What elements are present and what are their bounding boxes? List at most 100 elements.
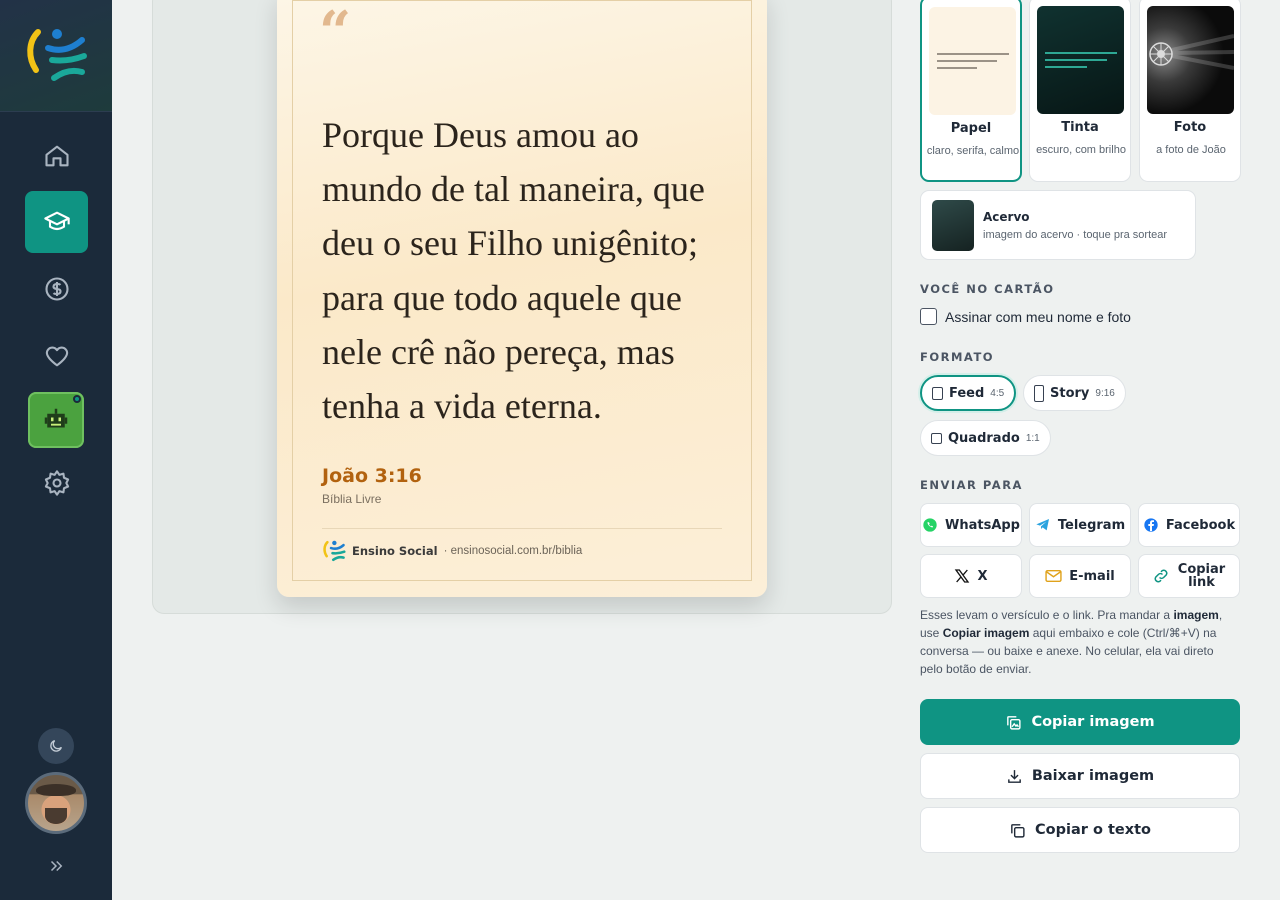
expand-sidebar-button[interactable] (44, 854, 68, 878)
heart-icon (45, 346, 68, 367)
style-name: Foto (1173, 120, 1207, 135)
home-icon (44, 145, 69, 167)
card-divider (322, 528, 722, 529)
quote-mark: “ (319, 0, 352, 65)
share-hint: Esses levam o versículo e o link. Pra ma… (920, 606, 1238, 678)
sign-checkbox[interactable] (920, 308, 937, 325)
gear-icon (44, 470, 69, 496)
share-email-button[interactable]: E-mail (1029, 554, 1131, 598)
ensino-social-small-logo-icon (323, 540, 346, 562)
format-ratio: 9:16 (1095, 387, 1115, 399)
copy-image-label: Copiar imagem (1031, 714, 1155, 730)
card-footer: Ensino Social · ensinosocial.com.br/bibl… (322, 540, 582, 562)
format-label: Feed (949, 385, 985, 401)
bible-version: Bíblia Livre (322, 492, 382, 506)
style-name: Tinta (1061, 120, 1099, 135)
share-label: Facebook (1165, 517, 1236, 533)
avatar-hat (36, 784, 76, 796)
link-icon (1154, 569, 1167, 583)
format-label: Quadrado (948, 430, 1020, 446)
style-desc: a foto de João (1156, 144, 1226, 156)
hint-emphasis: Copiar imagem (942, 626, 1030, 640)
x-icon (955, 569, 970, 583)
style-desc: escuro, com brilho (1036, 144, 1126, 156)
format-ratio: 1:1 (1025, 432, 1040, 444)
user-avatar[interactable] (25, 772, 87, 834)
style-option-acervo[interactable]: Acervo imagem do acervo · toque pra sort… (920, 190, 1196, 260)
chevrons-right-icon (50, 860, 63, 872)
nav-home[interactable] (25, 125, 88, 187)
avatar-beard (45, 808, 67, 824)
acervo-name: Acervo (983, 210, 1030, 224)
share-whatsapp-button[interactable]: WhatsApp (920, 503, 1022, 547)
graduation-cap-icon (43, 211, 70, 231)
hint-emphasis: imagem (1173, 608, 1219, 622)
online-indicator (73, 395, 81, 403)
acervo-desc: imagem do acervo · toque pra sortear (983, 229, 1168, 241)
verse-card-preview: “ Porque Deus amou ao mundo de tal manei… (277, 0, 767, 597)
download-image-label: Baixar imagem (1031, 768, 1155, 784)
portrait-shape-icon (932, 386, 943, 400)
nav-favorites[interactable] (25, 325, 88, 387)
copy-link-button[interactable]: Copiar link (1138, 554, 1240, 598)
download-image-button[interactable]: Baixar imagem (920, 753, 1240, 799)
verse-text: Porque Deus amou ao mundo de tal maneira… (322, 115, 705, 427)
nav-settings[interactable] (25, 452, 88, 514)
sign-label: Assinar com meu nome e foto (945, 308, 1131, 325)
tinta-thumbnail (1037, 6, 1124, 114)
share-label: Telegram (1057, 517, 1126, 533)
copy-image-icon (1007, 715, 1022, 730)
share-label: X (977, 568, 988, 584)
foto-thumbnail (1147, 6, 1235, 114)
sidebar (0, 0, 112, 900)
style-desc: claro, serifa, calmo (926, 145, 1020, 157)
style-option-tinta[interactable]: Tinta escuro, com brilho (1029, 0, 1131, 182)
theme-toggle[interactable] (38, 728, 74, 764)
share-facebook-button[interactable]: Facebook (1138, 503, 1240, 547)
hint-text: Esses levam o versículo e o link. Pra ma… (920, 608, 1174, 622)
format-label: Story (1050, 385, 1090, 401)
card-brand: Ensino Social (352, 544, 438, 558)
style-option-foto[interactable]: Foto a foto de João (1139, 0, 1241, 182)
telegram-icon (1036, 519, 1049, 531)
square-shape-icon (931, 432, 942, 444)
rose-window-icon (1149, 34, 1235, 70)
you-on-card-title: VOCÊ NO CARTÃO (920, 282, 1055, 296)
style-option-papel[interactable]: Papel claro, serifa, calmo (920, 0, 1022, 182)
text-lines-icon (937, 53, 1009, 69)
share-label: E-mail (1069, 568, 1115, 584)
share-telegram-button[interactable]: Telegram (1029, 503, 1131, 547)
copy-text-label: Copiar o texto (1035, 822, 1151, 838)
dollar-icon (44, 277, 69, 301)
glow-lines-icon (1045, 52, 1117, 68)
sign-with-name-option[interactable]: Assinar com meu nome e foto (920, 308, 1131, 325)
format-story[interactable]: Story 9:16 (1023, 375, 1126, 411)
papel-thumbnail (929, 7, 1016, 115)
verse-reference: João 3:16 (322, 465, 422, 487)
robot-icon (44, 408, 68, 428)
ensino-social-logo-icon (27, 28, 87, 81)
format-ratio: 4:5 (990, 387, 1005, 399)
format-feed[interactable]: Feed 4:5 (920, 375, 1017, 411)
download-icon (1007, 769, 1021, 783)
app-logo[interactable] (0, 0, 112, 112)
share-x-button[interactable]: X (920, 554, 1022, 598)
share-label: WhatsApp (945, 517, 1020, 533)
nav-finance[interactable] (25, 258, 88, 320)
facebook-icon (1144, 518, 1158, 532)
acervo-thumbnail (932, 200, 974, 251)
copy-icon (1011, 823, 1025, 838)
copy-image-button[interactable]: Copiar imagem (920, 699, 1240, 745)
moon-icon (50, 740, 62, 752)
share-label: Copiar link (1177, 562, 1226, 590)
mail-icon (1045, 569, 1062, 583)
tall-shape-icon (1034, 384, 1044, 402)
format-quadrado[interactable]: Quadrado 1:1 (920, 420, 1051, 456)
copy-text-button[interactable]: Copiar o texto (920, 807, 1240, 853)
card-site: · ensinosocial.com.br/biblia (443, 545, 583, 557)
send-to-title: ENVIAR PARA (920, 478, 1023, 492)
nav-assistant[interactable] (28, 392, 84, 448)
whatsapp-icon (923, 518, 937, 532)
nav-education[interactable] (25, 191, 88, 253)
style-name: Papel (950, 121, 992, 136)
